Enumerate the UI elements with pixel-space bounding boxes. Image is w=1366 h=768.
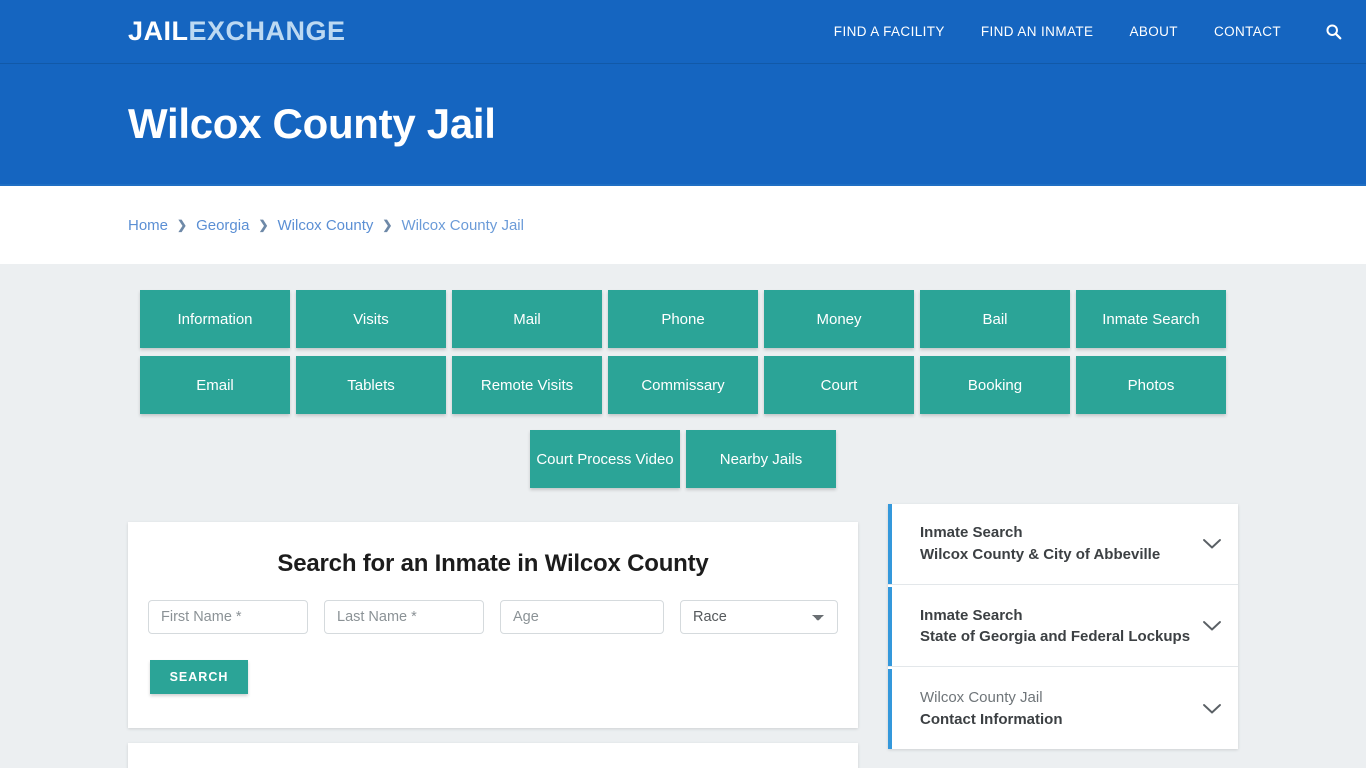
search-fields-row: Race — [148, 600, 838, 634]
search-card-heading: Search for an Inmate in Wilcox County — [277, 550, 709, 577]
tile-court-process-video[interactable]: Court Process Video — [530, 430, 680, 488]
accordion-item-contact-information[interactable]: Wilcox County Jail Contact Information — [888, 669, 1238, 749]
site-header: JAILEXCHANGE FIND A FACILITY FIND AN INM… — [0, 0, 1366, 64]
tile-photos[interactable]: Photos — [1076, 356, 1226, 414]
accordion-title-line2: Contact Information — [920, 710, 1063, 728]
breadcrumb-item-current: Wilcox County Jail — [401, 216, 524, 234]
tile-commissary[interactable]: Commissary — [608, 356, 758, 414]
accordion-title-line1: Wilcox County Jail — [920, 689, 1043, 706]
accordion-item-inmate-search-state[interactable]: Inmate Search State of Georgia and Feder… — [888, 586, 1238, 667]
search-button[interactable]: SEARCH — [150, 660, 248, 694]
breadcrumb-item-home[interactable]: Home — [128, 217, 168, 234]
tile-inmate-search[interactable]: Inmate Search — [1076, 290, 1226, 348]
tile-tablets[interactable]: Tablets — [296, 356, 446, 414]
accordion-title-line2: State of Georgia and Federal Lockups — [920, 628, 1191, 646]
chevron-right-icon: ❯ — [258, 218, 269, 232]
main-content: Information Visits Mail Phone Money Bail… — [0, 264, 1366, 768]
accordion-item-inmate-search-county[interactable]: Inmate Search Wilcox County & City of Ab… — [888, 504, 1238, 585]
tile-visits[interactable]: Visits — [296, 290, 446, 348]
logo-text-primary: JAIL — [128, 16, 189, 46]
tile-money[interactable]: Money — [764, 290, 914, 348]
accordion-title-line2: Wilcox County & City of Abbeville — [920, 545, 1161, 563]
nav-item-contact[interactable]: CONTACT — [1214, 24, 1281, 39]
left-column: Search for an Inmate in Wilcox County Ra… — [128, 522, 858, 768]
main-navigation: FIND A FACILITY FIND AN INMATE ABOUT CON… — [834, 23, 1342, 40]
sidebar-accordion: Inmate Search Wilcox County & City of Ab… — [888, 504, 1238, 749]
tile-row-1: Information Visits Mail Phone Money Bail… — [135, 290, 1231, 348]
tile-mail[interactable]: Mail — [452, 290, 602, 348]
facility-section-tiles: Information Visits Mail Phone Money Bail… — [135, 290, 1231, 488]
accordion-title-line1: Inmate Search — [920, 606, 1023, 624]
site-logo[interactable]: JAILEXCHANGE — [128, 18, 346, 45]
tile-phone[interactable]: Phone — [608, 290, 758, 348]
first-name-input[interactable] — [148, 600, 308, 634]
tile-court[interactable]: Court — [764, 356, 914, 414]
breadcrumb-item-wilcox-county[interactable]: Wilcox County — [278, 217, 374, 234]
nav-item-about[interactable]: ABOUT — [1129, 24, 1178, 39]
tile-bail[interactable]: Bail — [920, 290, 1070, 348]
race-select[interactable]: Race — [680, 600, 838, 634]
tile-nearby-jails[interactable]: Nearby Jails — [686, 430, 836, 488]
logo-text-secondary: EXCHANGE — [188, 16, 346, 46]
tile-remote-visits[interactable]: Remote Visits — [452, 356, 602, 414]
right-sidebar: Inmate Search Wilcox County & City of Ab… — [888, 504, 1238, 749]
chevron-right-icon: ❯ — [382, 218, 393, 232]
tile-row-3: Court Process Video Nearby Jails — [135, 430, 1231, 488]
chevron-right-icon: ❯ — [177, 218, 188, 232]
age-input[interactable] — [500, 600, 664, 634]
page-title: Wilcox County Jail — [128, 99, 496, 147]
accordion-title-line1: Inmate Search — [920, 524, 1023, 541]
tile-email[interactable]: Email — [140, 356, 290, 414]
chevron-down-icon — [1202, 538, 1222, 550]
last-name-input[interactable] — [324, 600, 484, 634]
chevron-down-icon — [1202, 620, 1222, 632]
breadcrumb: Home ❯ Georgia ❯ Wilcox County ❯ Wilcox … — [128, 217, 524, 234]
tile-information[interactable]: Information — [140, 290, 290, 348]
tile-row-2: Email Tablets Remote Visits Commissary C… — [135, 356, 1231, 414]
jail-information-card: Wilcox County Jail Information — [128, 743, 858, 768]
tile-booking[interactable]: Booking — [920, 356, 1070, 414]
content-columns: Search for an Inmate in Wilcox County Ra… — [128, 504, 1238, 768]
chevron-down-icon — [1202, 703, 1222, 715]
search-icon[interactable] — [1325, 23, 1342, 40]
breadcrumb-bar: Home ❯ Georgia ❯ Wilcox County ❯ Wilcox … — [0, 186, 1366, 264]
page-title-banner: Wilcox County Jail — [0, 64, 1366, 186]
nav-item-find-an-inmate[interactable]: FIND AN INMATE — [981, 24, 1094, 39]
nav-item-find-a-facility[interactable]: FIND A FACILITY — [834, 24, 945, 39]
inmate-search-card: Search for an Inmate in Wilcox County Ra… — [128, 522, 858, 728]
breadcrumb-item-georgia[interactable]: Georgia — [196, 217, 249, 234]
